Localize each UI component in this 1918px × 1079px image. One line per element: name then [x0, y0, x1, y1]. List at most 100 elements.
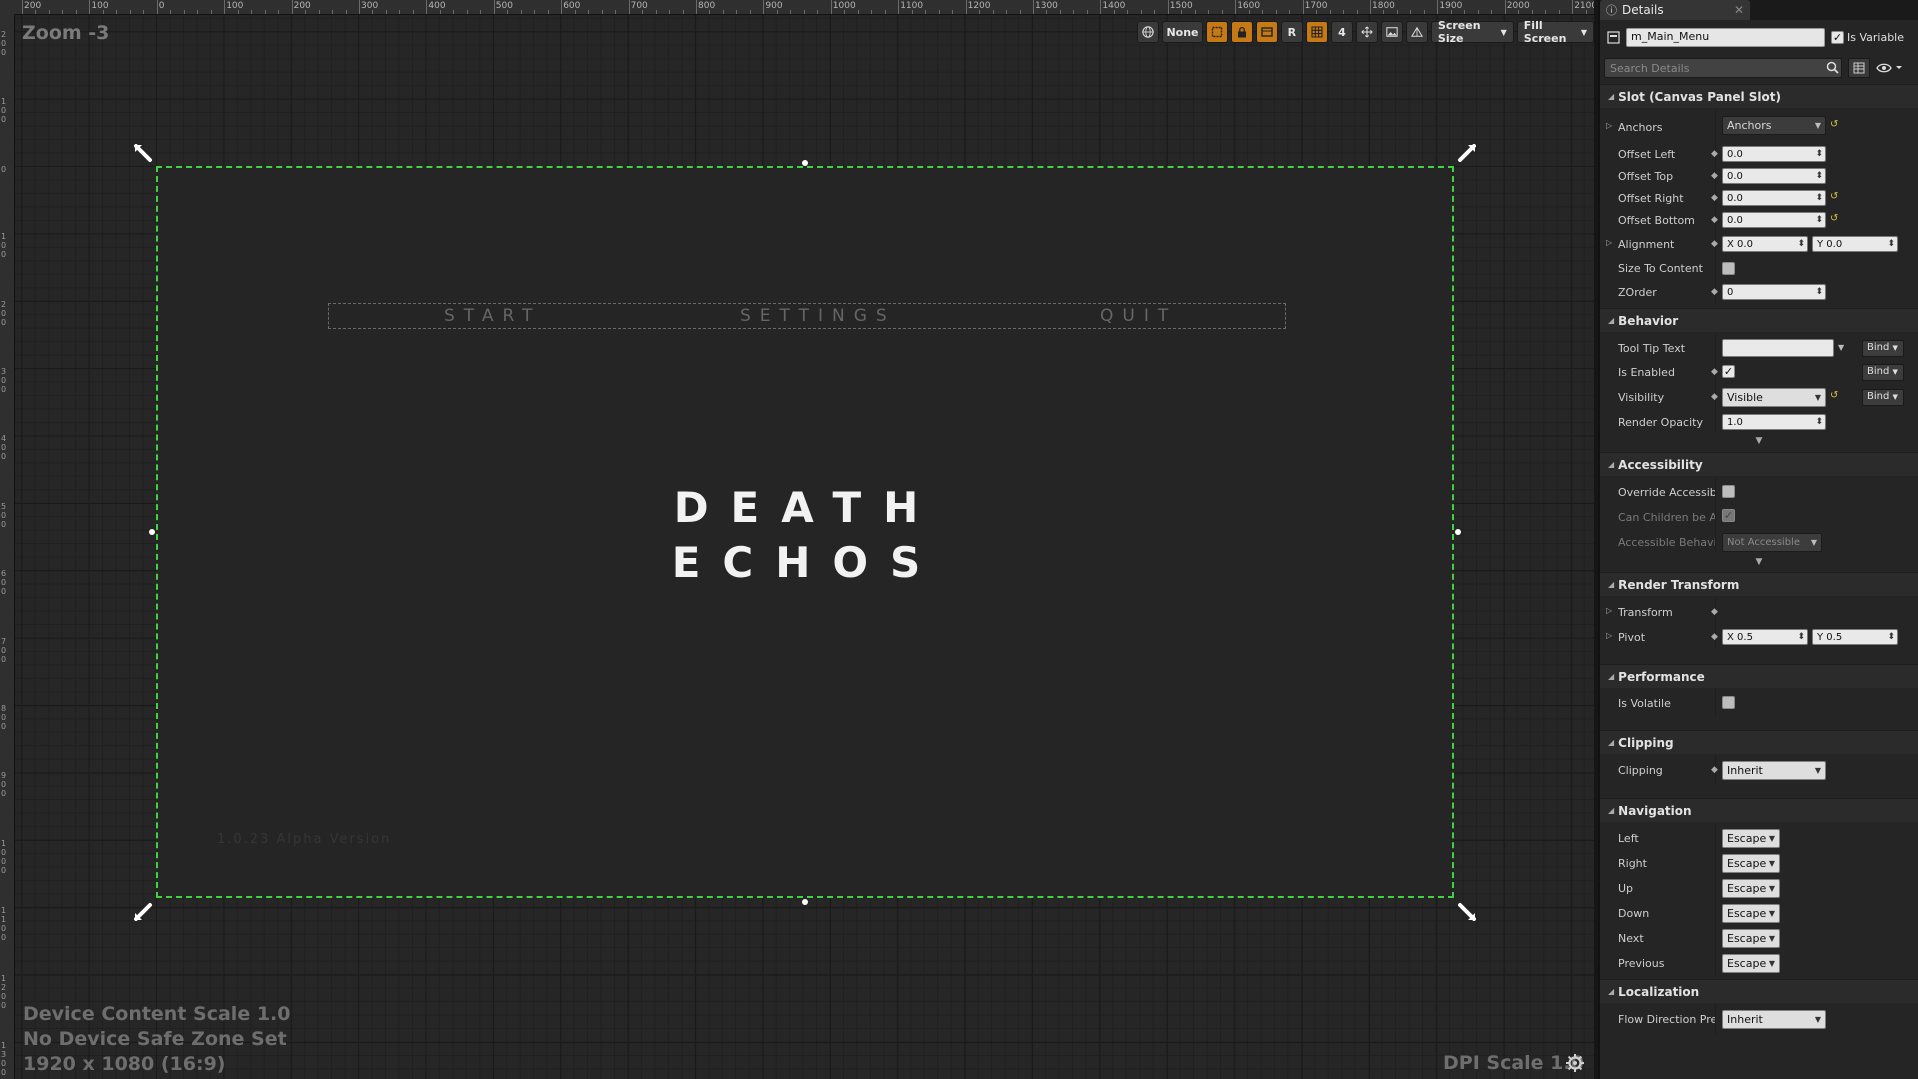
nav-next-dropdown[interactable]: Escape ▼	[1722, 929, 1780, 948]
reset-arrow-icon[interactable]: ↺	[1830, 213, 1838, 224]
anchor-bottom-right-icon[interactable]	[1456, 901, 1476, 921]
settings-button[interactable]: SETTINGS	[740, 306, 896, 326]
size-to-content-checkbox[interactable]	[1722, 262, 1735, 275]
grid-size-button[interactable]: 4	[1330, 21, 1353, 43]
designer-viewport[interactable]: 200 100 0 100 200 300 400 500 600 700 800 900 1000 11…	[0, 0, 1594, 1079]
grid-snap-toggle[interactable]	[1305, 21, 1328, 43]
nav-down-dropdown[interactable]: Escape ▼	[1722, 904, 1780, 923]
offset-left-field[interactable]: 0.0 ⬍	[1722, 146, 1826, 162]
nav-previous-dropdown[interactable]: Escape ▼	[1722, 954, 1780, 973]
section-navigation[interactable]: ◢ Navigation	[1600, 798, 1918, 822]
anchor-bottom-left-icon[interactable]	[134, 901, 154, 921]
nav-up-dropdown[interactable]: Escape ▼	[1722, 879, 1780, 898]
anchor-top-right-icon[interactable]	[1456, 144, 1476, 164]
ruler-label: 1100	[1, 906, 7, 943]
expand-icon[interactable]: ▷	[1606, 606, 1612, 615]
localization-preview-button[interactable]	[1137, 21, 1159, 43]
bind-diamond-icon[interactable]: ◆	[1711, 239, 1718, 249]
tooltip-input[interactable]	[1722, 339, 1834, 357]
flow-direction-dropdown[interactable]: Inherit ▼	[1722, 1010, 1826, 1029]
bind-diamond-icon[interactable]: ◆	[1711, 765, 1718, 775]
offset-bottom-field[interactable]: 0.0 ⬍	[1722, 212, 1826, 228]
search-details-input[interactable]: Search Details	[1604, 58, 1842, 78]
anchors-dropdown[interactable]: Anchors ▼	[1722, 116, 1826, 135]
main-menu-canvas[interactable]: START SETTINGS QUIT DEATH ECHOS 1.0.23 A…	[156, 166, 1454, 898]
bind-diamond-icon[interactable]: ◆	[1711, 149, 1718, 159]
ruler-tick	[615, 10, 617, 14]
section-slot[interactable]: ◢ Slot (Canvas Panel Slot)	[1600, 84, 1918, 108]
visibility-bind-button[interactable]: Bind ▼	[1862, 389, 1904, 406]
alignment-y-field[interactable]: Y 0.0 ⬍	[1812, 236, 1898, 252]
lock-button[interactable]	[1230, 21, 1253, 43]
bind-diamond-icon[interactable]: ◆	[1711, 632, 1718, 642]
is-variable-checkbox[interactable]: ✓	[1831, 31, 1844, 44]
start-button[interactable]: START	[444, 306, 541, 326]
move-mode-button[interactable]	[1355, 21, 1378, 43]
bind-diamond-icon[interactable]: ◆	[1711, 287, 1718, 297]
resize-handle-right[interactable]	[1455, 529, 1461, 535]
section-behavior[interactable]: ◢ Behavior	[1600, 308, 1918, 332]
eye-icon[interactable]	[1876, 61, 1904, 75]
resize-handle-top[interactable]	[802, 160, 808, 166]
search-icon[interactable]	[1826, 61, 1839, 74]
section-performance-label: Performance	[1618, 669, 1705, 684]
anchor-top-left-icon[interactable]	[134, 144, 154, 164]
bind-diamond-icon[interactable]: ◆	[1711, 607, 1718, 617]
is-enabled-bind-button[interactable]: Bind ▼	[1862, 364, 1904, 381]
pivot-y-field[interactable]: Y 0.5 ⬍	[1812, 629, 1898, 645]
details-tab[interactable]: ⓘ Details ✕	[1600, 0, 1750, 20]
dpi-preview-button[interactable]	[1405, 21, 1428, 43]
render-opacity-field[interactable]: 1.0 ⬍	[1722, 414, 1826, 430]
nav-right-dropdown[interactable]: Escape ▼	[1722, 854, 1780, 873]
widget-name-input[interactable]: m_Main_Menu	[1626, 28, 1825, 47]
override-accessible-checkbox[interactable]	[1722, 485, 1735, 498]
ruler-tick	[1113, 10, 1115, 14]
tooltip-bind-button[interactable]: Bind ▼	[1862, 340, 1904, 357]
resize-handle-left[interactable]	[149, 529, 155, 535]
ruler-tick	[156, 0, 158, 14]
fill-screen-dropdown[interactable]: Fill Screen ▼	[1516, 19, 1594, 45]
reset-arrow-icon[interactable]: ↺	[1830, 390, 1838, 401]
offset-right-field[interactable]: 0.0 ⬍	[1722, 190, 1826, 206]
resize-handle-bottom[interactable]	[802, 899, 808, 905]
section-localization[interactable]: ◢ Localization	[1600, 979, 1918, 1003]
expand-icon[interactable]: ▷	[1606, 238, 1612, 247]
preview-language-dropdown[interactable]: None	[1162, 21, 1203, 43]
section-clipping[interactable]: ◢ Clipping	[1600, 730, 1918, 754]
is-volatile-checkbox[interactable]	[1722, 696, 1735, 709]
image-preview-button[interactable]	[1380, 21, 1403, 43]
section-render-transform[interactable]: ◢ Render Transform	[1600, 572, 1918, 596]
property-matrix-button[interactable]	[1848, 58, 1870, 78]
respect-locks-button[interactable]	[1205, 21, 1228, 43]
bind-diamond-icon[interactable]: ◆	[1711, 215, 1718, 225]
location-grid-snap-button[interactable]	[1255, 21, 1278, 43]
menu-button-bar[interactable]: START SETTINGS QUIT	[328, 303, 1286, 329]
clipping-dropdown[interactable]: Inherit ▼	[1722, 761, 1826, 780]
offset-top-field[interactable]: 0.0 ⬍	[1722, 168, 1826, 184]
alignment-x-field[interactable]: X 0.0 ⬍	[1722, 236, 1808, 252]
reflect-toggle-button[interactable]: R	[1280, 21, 1303, 43]
advanced-expand-icon[interactable]: ▼	[1600, 557, 1918, 567]
reset-arrow-icon[interactable]: ↺	[1830, 119, 1838, 130]
section-accessibility[interactable]: ◢ Accessibility	[1600, 452, 1918, 476]
bind-diamond-icon[interactable]: ◆	[1711, 171, 1718, 181]
bind-diamond-icon[interactable]: ◆	[1711, 367, 1718, 377]
is-enabled-checkbox[interactable]: ✓	[1722, 365, 1735, 378]
close-icon[interactable]: ✕	[1734, 3, 1744, 17]
quit-button[interactable]: QUIT	[1100, 306, 1177, 326]
screen-size-dropdown[interactable]: Screen Size ▼	[1430, 19, 1514, 45]
gear-icon[interactable]	[1565, 1053, 1585, 1073]
bind-diamond-icon[interactable]: ◆	[1711, 392, 1718, 402]
zorder-field[interactable]: 0 ⬍	[1722, 284, 1826, 300]
visibility-dropdown[interactable]: Visible ▼	[1722, 388, 1826, 407]
section-performance[interactable]: ◢ Performance	[1600, 664, 1918, 688]
expand-icon[interactable]: ▷	[1606, 631, 1612, 640]
nav-left-dropdown[interactable]: Escape ▼	[1722, 829, 1780, 848]
advanced-expand-icon[interactable]: ▼	[1600, 436, 1918, 446]
chevron-down-icon[interactable]: ▼	[1838, 343, 1844, 352]
bind-diamond-icon[interactable]: ◆	[1711, 193, 1718, 203]
nav-down-value: Escape	[1727, 907, 1767, 920]
expand-icon[interactable]: ▷	[1606, 121, 1612, 130]
pivot-x-field[interactable]: X 0.5 ⬍	[1722, 629, 1808, 645]
reset-arrow-icon[interactable]: ↺	[1830, 191, 1838, 202]
